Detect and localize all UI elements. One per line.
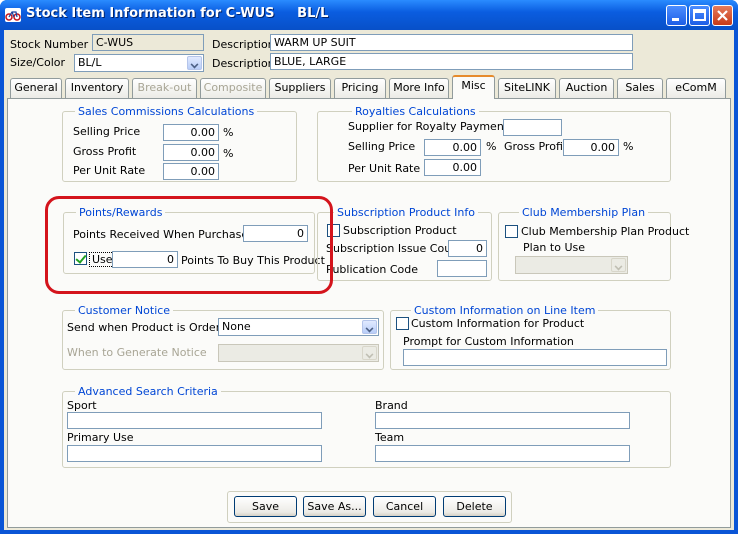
misc-tab-panel: Sales Commissions Calculations Selling P… [7,98,731,528]
tab-sitelink[interactable]: SiteLINK [498,78,556,98]
description2-field[interactable]: BLUE, LARGE [270,53,633,70]
highlight-annotation [45,196,333,294]
subscription-issue-count-field[interactable]: 0 [448,240,487,257]
royalty-supplier-field[interactable] [503,119,562,136]
window-title: Stock Item Information for C-WUS BL/L [26,6,329,21]
tab-break-out[interactable]: Break-out [132,78,197,98]
maximize-icon [693,9,706,21]
tab-inventory[interactable]: Inventory [65,78,129,98]
send-when-ordered-value: None [222,320,251,333]
chevron-down-icon[interactable] [362,346,377,360]
close-icon [717,10,728,21]
save-as-button[interactable]: Save As... [303,496,366,517]
team-field[interactable] [375,445,630,462]
custom-info-product-label: Custom Information for Product [411,317,585,330]
royalty-selling-price-label: Selling Price [348,140,416,153]
minimize-icon [672,18,679,21]
royalty-gross-profit-label: Gross Profit [504,140,568,153]
club-membership-title: Club Membership Plan [519,206,649,219]
delete-button[interactable]: Delete [443,496,506,517]
tab-ecomm[interactable]: eComM [666,78,726,98]
royalty-gross-profit-percent: % [623,140,634,153]
bicycle-icon [5,8,21,22]
publication-code-field[interactable] [437,260,487,277]
royalty-gross-profit-field[interactable]: 0.00 [563,139,619,156]
tab-general[interactable]: General [10,78,62,98]
tab-auction[interactable]: Auction [559,78,614,98]
title-bar[interactable]: Stock Item Information for C-WUS BL/L [0,0,738,30]
plan-to-use-label: Plan to Use [523,241,585,254]
customer-notice-title: Customer Notice [75,304,174,317]
send-when-ordered-select[interactable]: None [218,318,379,336]
chevron-down-icon[interactable] [362,320,377,334]
brand-field[interactable] [375,412,630,429]
commission-selling-price-field[interactable]: 0.00 [163,124,219,141]
brand-label: Brand [375,399,408,412]
close-button[interactable] [712,5,733,26]
prompt-custom-info-label: Prompt for Custom Information [403,335,574,348]
prompt-custom-info-field[interactable] [403,349,667,366]
tab-misc[interactable]: Misc [452,75,495,99]
commission-selling-price-percent: % [223,126,234,139]
primary-use-field[interactable] [67,445,322,462]
royalty-supplier-label: Supplier for Royalty Payment [348,120,509,133]
tab-pricing[interactable]: Pricing [334,78,386,98]
primary-use-label: Primary Use [67,431,134,444]
tab-suppliers[interactable]: Suppliers [269,78,331,98]
tab-sales[interactable]: Sales [617,78,663,98]
stock-item-window: Stock Item Information for C-WUS BL/L St… [0,0,738,534]
chevron-down-icon[interactable] [187,56,202,70]
commission-gross-profit-label: Gross Profit [73,145,137,158]
when-to-generate-label: When to Generate Notice [67,346,207,359]
publication-code-label: Publication Code [326,263,419,276]
tab-composite[interactable]: Composite [200,78,266,98]
subscription-product-label: Subscription Product [343,224,457,237]
royalty-selling-price-field[interactable]: 0.00 [424,139,481,156]
club-membership-checkbox[interactable] [505,225,518,238]
commission-selling-price-label: Selling Price [73,125,141,138]
send-when-ordered-label: Send when Product is Ordered [67,321,234,334]
custom-info-title: Custom Information on Line Item [411,304,599,317]
commission-per-unit-rate-field[interactable]: 0.00 [163,163,219,180]
cancel-button[interactable]: Cancel [373,496,436,517]
when-to-generate-select[interactable] [218,344,379,362]
subscription-issue-count-label: Subscription Issue Count [326,242,463,255]
stock-number-field[interactable]: C-WUS [92,34,204,51]
save-button[interactable]: Save [234,496,297,517]
royalties-title: Royalties Calculations [352,105,479,118]
chevron-down-icon[interactable] [611,258,626,272]
sport-label: Sport [67,399,97,412]
commission-gross-profit-percent: % [223,147,234,160]
sales-commissions-title: Sales Commissions Calculations [75,105,258,118]
minimize-button[interactable] [666,5,687,26]
royalty-per-unit-rate-label: Per Unit Rate $ [348,162,431,175]
size-color-select[interactable]: BL/L [74,54,204,72]
custom-info-checkbox[interactable] [396,317,409,330]
team-label: Team [375,431,405,444]
size-color-value: BL/L [78,56,102,69]
royalty-per-unit-rate-field[interactable]: 0.00 [424,159,481,176]
description-field[interactable]: WARM UP SUIT [270,34,633,51]
stock-number-label: Stock Number [10,38,89,51]
advanced-search-title: Advanced Search Criteria [75,385,221,398]
tab-more-info[interactable]: More Info [389,78,449,98]
sport-field[interactable] [67,412,322,429]
commission-per-unit-rate-label: Per Unit Rate [73,164,146,177]
plan-to-use-select[interactable] [515,256,628,274]
commission-gross-profit-field[interactable]: 0.00 [163,144,219,161]
maximize-button[interactable] [689,5,710,26]
club-membership-product-label: Club Membership Plan Product [521,225,690,238]
size-color-label: Size/Color [10,56,66,69]
description2-label: Description [212,57,275,70]
description-label: Description [212,38,275,51]
subscription-title: Subscription Product Info [334,206,478,219]
royalty-selling-price-percent: % [486,140,497,153]
